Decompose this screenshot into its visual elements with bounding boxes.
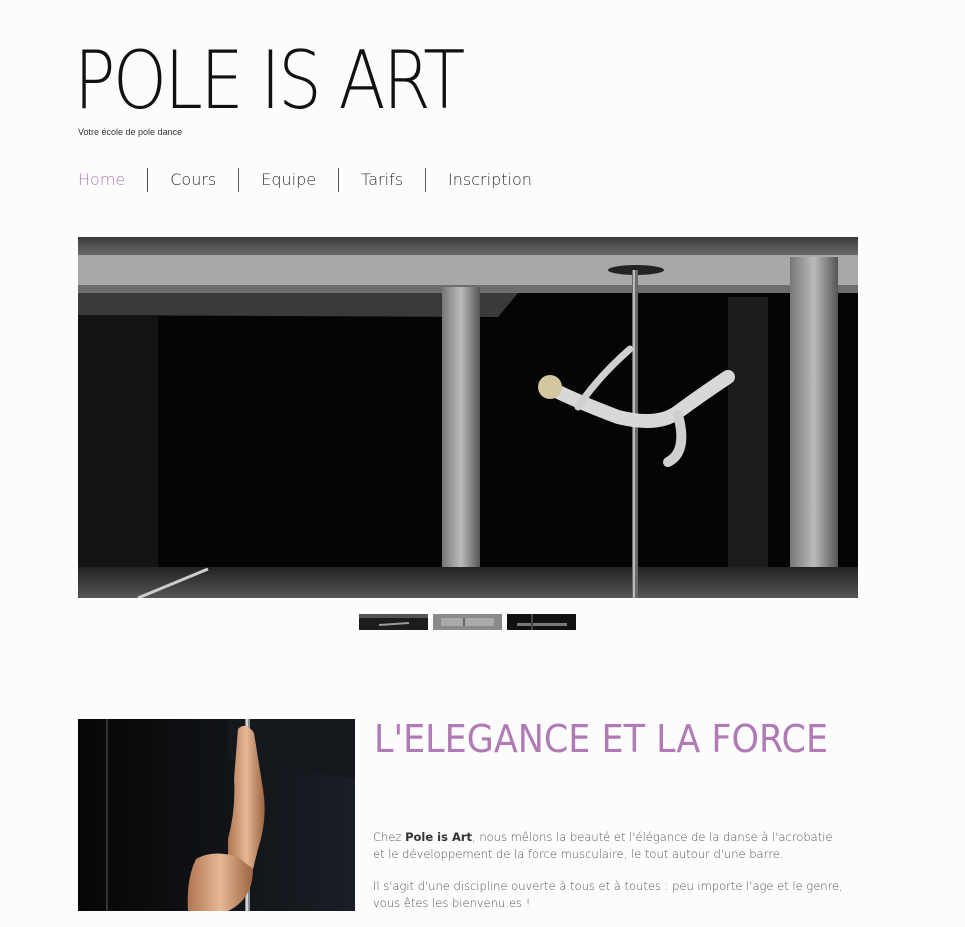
pole-dancer-image — [78, 719, 355, 911]
slideshow-thumbnails — [359, 614, 576, 630]
nav-item-cours[interactable]: Cours — [147, 168, 238, 192]
intro-text: Chez Pole is Art, nous mêlons la beauté … — [373, 829, 843, 927]
intro-paragraph-2: Il s'agit d'une discipline ouverte à tou… — [373, 879, 843, 910]
hero-photo — [78, 237, 858, 598]
nav-item-equipe[interactable]: Equipe — [238, 168, 338, 192]
slideshow-thumbnail-2[interactable] — [433, 614, 502, 630]
thumbnail-1-image — [359, 614, 428, 630]
nav-item-inscription[interactable]: Inscription — [425, 168, 554, 192]
intro-text-prefix: Chez — [373, 830, 406, 844]
brand-name: Pole is Art — [405, 830, 473, 844]
site-title: POLE IS ART — [74, 34, 465, 127]
section-title: L'ELEGANCE ET LA FORCE — [374, 717, 829, 761]
site-tagline: Votre école de pole dance — [78, 127, 183, 137]
intro-paragraph-1: Chez Pole is Art, nous mêlons la beauté … — [373, 829, 843, 863]
nav-item-home[interactable]: Home — [78, 168, 147, 192]
pole-dancer-photo — [78, 719, 355, 911]
nav-item-tarifs[interactable]: Tarifs — [338, 168, 425, 192]
thumbnail-3-image — [507, 614, 576, 630]
slideshow-thumbnail-1[interactable] — [359, 614, 428, 630]
slideshow-thumbnail-3[interactable] — [507, 614, 576, 630]
thumbnail-2-image — [433, 614, 502, 630]
main-nav: Home Cours Equipe Tarifs Inscription — [78, 168, 554, 192]
hero-slideshow-image[interactable] — [78, 237, 858, 598]
